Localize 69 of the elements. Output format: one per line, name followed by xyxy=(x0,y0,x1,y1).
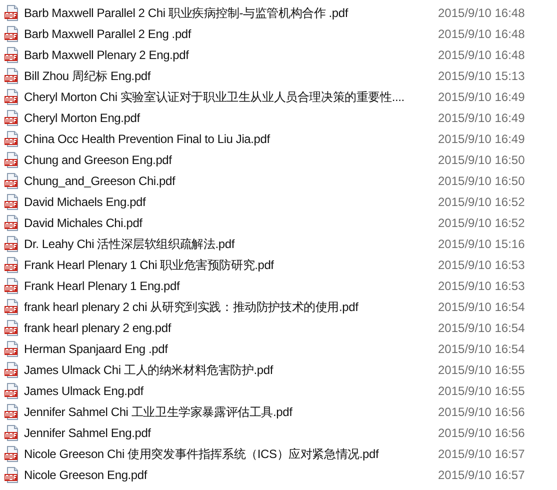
pdf-file-icon xyxy=(4,68,20,84)
date-modified: 2015/9/10 16:49 xyxy=(438,88,525,106)
pdf-file-icon xyxy=(4,404,20,420)
date-modified: 2015/9/10 16:49 xyxy=(438,110,525,126)
date-modified: 2015/9/10 16:57 xyxy=(438,466,525,484)
pdf-file-icon xyxy=(4,152,20,168)
pdf-file-icon xyxy=(4,26,20,42)
pdf-file-icon xyxy=(4,362,20,378)
date-modified: 2015/9/10 15:13 xyxy=(438,68,525,84)
date-modified: 2015/9/10 16:52 xyxy=(438,214,525,232)
date-modified: 2015/9/10 16:53 xyxy=(438,256,525,274)
pdf-file-icon xyxy=(4,88,20,104)
file-name[interactable]: David Michaels Eng.pdf xyxy=(24,192,438,210)
date-modified: 2015/9/10 16:55 xyxy=(438,362,525,378)
file-name[interactable]: David Michales Chi.pdf xyxy=(24,214,438,232)
file-name[interactable]: Nicole Greeson Chi 使用突发事件指挥系统（ICS）应对紧急情况.pdf xyxy=(24,444,438,462)
file-name[interactable]: Nicole Greeson Eng.pdf xyxy=(24,466,438,484)
file-name[interactable]: Cheryl Morton Eng.pdf xyxy=(24,108,438,126)
file-name[interactable]: Barb Maxwell Parallel 2 Eng .pdf xyxy=(24,24,438,42)
file-name[interactable]: Frank Hearl Plenary 1 Eng.pdf xyxy=(24,276,438,294)
pdf-file-icon xyxy=(4,4,20,20)
date-modified: 2015/9/10 16:48 xyxy=(438,4,525,22)
file-name[interactable]: Barb Maxwell Plenary 2 Eng.pdf xyxy=(24,46,438,64)
file-name[interactable]: Frank Hearl Plenary 1 Chi 职业危害预防研究.pdf xyxy=(24,256,438,274)
file-name[interactable]: Dr. Leahy Chi 活性深层软组织疏解法.pdf xyxy=(24,234,438,252)
pdf-file-icon xyxy=(4,446,20,462)
date-modified: 2015/9/10 16:49 xyxy=(438,130,525,148)
pdf-file-icon xyxy=(4,466,20,482)
pdf-file-icon xyxy=(4,130,20,146)
pdf-file-icon xyxy=(4,194,20,210)
pdf-file-icon xyxy=(4,382,20,398)
date-modified: 2015/9/10 16:54 xyxy=(438,320,525,336)
date-modified: 2015/9/10 16:50 xyxy=(438,172,525,190)
pdf-file-icon xyxy=(4,110,20,126)
pdf-file-icon xyxy=(4,424,20,440)
pdf-file-icon xyxy=(4,214,20,230)
pdf-file-icon xyxy=(4,320,20,336)
file-name[interactable]: Chung_and_Greeson Chi.pdf xyxy=(24,172,438,190)
date-modified: 2015/9/10 16:55 xyxy=(438,382,525,400)
file-name[interactable]: Barb Maxwell Parallel 2 Chi 职业疾病控制-与监管机构合作 .pdf xyxy=(24,4,438,22)
pdf-file-icon xyxy=(4,298,20,314)
pdf-file-icon xyxy=(4,278,20,294)
pdf-file-icon xyxy=(4,46,20,62)
file-name[interactable]: James Ulmack Chi 工人的纳米材料危害防护.pdf xyxy=(24,360,438,378)
file-name[interactable]: Cheryl Morton Chi 实验室认证对于职业卫生从业人员合理决策的重要性.... xyxy=(24,88,438,106)
pdf-file-icon xyxy=(4,236,20,252)
date-modified: 2015/9/10 16:52 xyxy=(438,194,525,210)
file-name[interactable]: China Occ Health Prevention Final to Liu Jia.pdf xyxy=(24,130,438,148)
date-modified: 2015/9/10 16:56 xyxy=(438,424,525,442)
date-modified: 2015/9/10 16:56 xyxy=(438,404,525,420)
file-name[interactable]: frank hearl plenary 2 chi 从研究到实践：推动防护技术的使用.pdf xyxy=(24,298,438,316)
file-name[interactable]: Herman Spanjaard Eng .pdf xyxy=(24,340,438,358)
file-name[interactable]: Jennifer Sahmel Eng.pdf xyxy=(24,424,438,442)
pdf-file-icon xyxy=(4,172,20,188)
date-modified: 2015/9/10 16:53 xyxy=(438,278,525,294)
file-name[interactable]: James Ulmack Eng.pdf xyxy=(24,382,438,400)
file-name[interactable]: Bill Zhou 周纪标 Eng.pdf xyxy=(24,66,438,84)
file-name[interactable]: Chung and Greeson Eng.pdf xyxy=(24,150,438,168)
pdf-file-icon xyxy=(4,340,20,356)
date-modified: 2015/9/10 16:57 xyxy=(438,446,525,462)
file-name[interactable]: frank hearl plenary 2 eng.pdf xyxy=(24,318,438,336)
date-modified: 2015/9/10 16:54 xyxy=(438,298,525,316)
date-modified: 2015/9/10 15:16 xyxy=(438,236,525,252)
file-name[interactable]: Jennifer Sahmel Chi 工业卫生学家暴露评估工具.pdf xyxy=(24,402,438,420)
pdf-file-icon xyxy=(4,256,20,272)
date-modified: 2015/9/10 16:50 xyxy=(438,152,525,168)
date-modified: 2015/9/10 16:48 xyxy=(438,26,525,42)
date-modified: 2015/9/10 16:54 xyxy=(438,340,525,358)
date-modified: 2015/9/10 16:48 xyxy=(438,46,525,64)
